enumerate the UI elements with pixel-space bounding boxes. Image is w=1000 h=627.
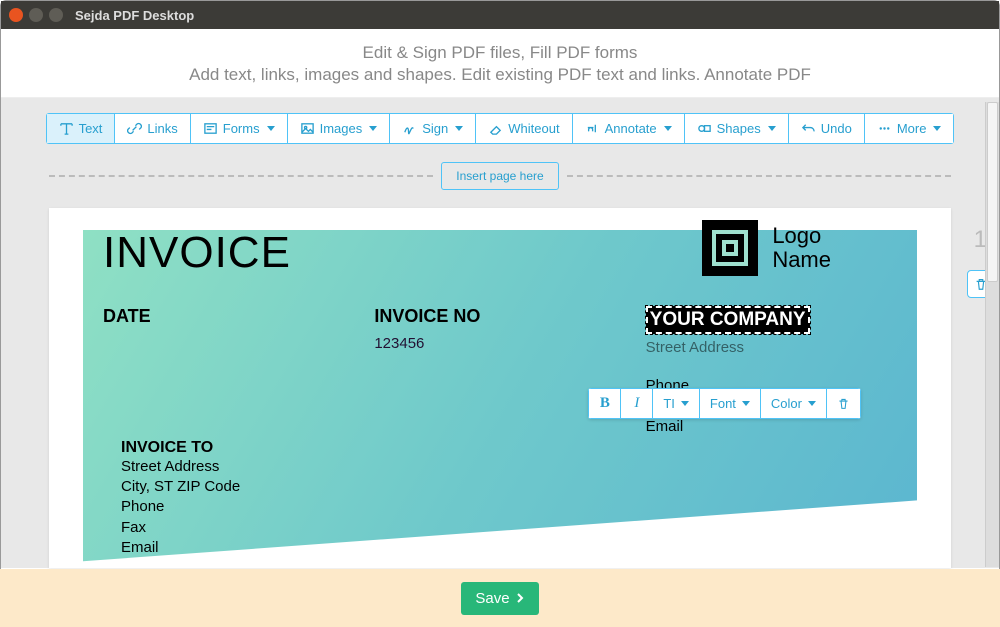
chevron-down-icon — [768, 126, 776, 131]
chevron-down-icon — [808, 401, 816, 406]
toolbar-undo-button[interactable]: Undo — [788, 113, 864, 144]
pdf-page[interactable]: 1 INVOICE Logo Name DATE INV — [49, 208, 951, 568]
shapes-icon — [697, 121, 712, 136]
toolbar-links-button[interactable]: Links — [114, 113, 189, 144]
sign-icon — [402, 121, 417, 136]
text-icon — [59, 121, 74, 136]
main-toolbar: Text Links Forms Images Sign Whiteout An… — [46, 113, 955, 144]
annotate-icon — [585, 121, 600, 136]
logo-name-line2: Name — [772, 247, 831, 272]
bold-label: B — [600, 395, 610, 412]
insert-page-button[interactable]: Insert page here — [441, 162, 558, 190]
canvas-area: 1 INVOICE Logo Name DATE INV — [1, 208, 999, 568]
dashed-line — [49, 175, 433, 177]
delete-text-button[interactable] — [826, 388, 861, 419]
invoice-to-label[interactable]: INVOICE TO — [121, 439, 240, 457]
toolbar-whiteout-button[interactable]: Whiteout — [475, 113, 571, 144]
toolbar-more-button[interactable]: More — [864, 113, 955, 144]
invoice-to-block: INVOICE TO Street Address City, ST ZIP C… — [121, 439, 240, 558]
save-button[interactable]: Save — [461, 582, 538, 615]
more-icon — [877, 121, 892, 136]
bottom-bar: Save — [0, 569, 1000, 627]
image-icon — [300, 121, 315, 136]
chevron-down-icon — [267, 126, 275, 131]
logo-icon — [702, 220, 758, 276]
italic-label: I — [634, 395, 639, 412]
chevron-down-icon — [933, 126, 941, 131]
insert-page-row: Insert page here — [1, 144, 999, 208]
toolbar-container: Text Links Forms Images Sign Whiteout An… — [1, 98, 999, 208]
toolbar-more-label: More — [897, 121, 927, 136]
link-icon — [127, 121, 142, 136]
trash-icon — [837, 397, 850, 410]
to-city[interactable]: City, ST ZIP Code — [121, 477, 240, 497]
date-block: DATE — [103, 306, 354, 437]
window-minimize-button[interactable] — [29, 8, 43, 22]
company-email[interactable]: Email — [646, 417, 897, 437]
company-address[interactable]: Street Address — [646, 338, 897, 358]
toolbar-shapes-label: Shapes — [717, 121, 761, 136]
logo-name-line1: Logo — [772, 223, 821, 248]
chevron-down-icon — [742, 401, 750, 406]
scrollbar-thumb[interactable] — [987, 102, 998, 282]
font-button[interactable]: Font — [699, 388, 760, 419]
to-street[interactable]: Street Address — [121, 457, 240, 477]
toolbar-shapes-button[interactable]: Shapes — [684, 113, 788, 144]
header-line-2: Add text, links, images and shapes. Edit… — [1, 65, 999, 85]
toolbar-images-label: Images — [320, 121, 363, 136]
toolbar-annotate-button[interactable]: Annotate — [572, 113, 684, 144]
color-button[interactable]: Color — [760, 388, 826, 419]
chevron-down-icon — [664, 126, 672, 131]
chevron-right-icon — [515, 592, 525, 604]
size-label: TI — [663, 396, 675, 411]
toolbar-text-label: Text — [79, 121, 103, 136]
toolbar-sign-label: Sign — [422, 121, 448, 136]
to-phone[interactable]: Phone — [121, 497, 240, 517]
toolbar-sign-button[interactable]: Sign — [389, 113, 475, 144]
window-title: Sejda PDF Desktop — [75, 8, 194, 23]
toolbar-undo-label: Undo — [821, 121, 852, 136]
forms-icon — [203, 121, 218, 136]
invoice-no-value[interactable]: 123456 — [374, 335, 625, 352]
undo-icon — [801, 121, 816, 136]
date-label[interactable]: DATE — [103, 306, 354, 327]
to-email[interactable]: Email — [121, 538, 240, 558]
color-label: Color — [771, 396, 802, 411]
eraser-icon — [488, 121, 503, 136]
toolbar-text-button[interactable]: Text — [46, 113, 115, 144]
logo-block: Logo Name — [702, 220, 831, 276]
dashed-line — [567, 175, 951, 177]
chevron-down-icon — [681, 401, 689, 406]
selected-text-field[interactable]: YOUR COMPANY — [646, 306, 810, 334]
chevron-down-icon — [369, 126, 377, 131]
toolbar-forms-label: Forms — [223, 121, 260, 136]
app-header: Edit & Sign PDF files, Fill PDF forms Ad… — [1, 29, 999, 98]
invoice-no-label[interactable]: INVOICE NO — [374, 306, 625, 327]
header-line-1: Edit & Sign PDF files, Fill PDF forms — [1, 43, 999, 63]
window-maximize-button[interactable] — [49, 8, 63, 22]
text-size-button[interactable]: TI — [652, 388, 699, 419]
font-label: Font — [710, 396, 736, 411]
bold-button[interactable]: B — [588, 388, 620, 419]
save-label: Save — [475, 590, 509, 607]
scrollbar[interactable] — [985, 102, 999, 567]
window-close-button[interactable] — [9, 8, 23, 22]
toolbar-whiteout-label: Whiteout — [508, 121, 559, 136]
logo-name[interactable]: Logo Name — [772, 224, 831, 272]
italic-button[interactable]: I — [620, 388, 652, 419]
toolbar-links-label: Links — [147, 121, 177, 136]
chevron-down-icon — [455, 126, 463, 131]
titlebar: Sejda PDF Desktop — [1, 1, 999, 29]
toolbar-images-button[interactable]: Images — [287, 113, 390, 144]
toolbar-forms-button[interactable]: Forms — [190, 113, 287, 144]
text-format-toolbar: B I TI Font Color — [588, 388, 861, 419]
toolbar-annotate-label: Annotate — [605, 121, 657, 136]
to-fax[interactable]: Fax — [121, 518, 240, 538]
